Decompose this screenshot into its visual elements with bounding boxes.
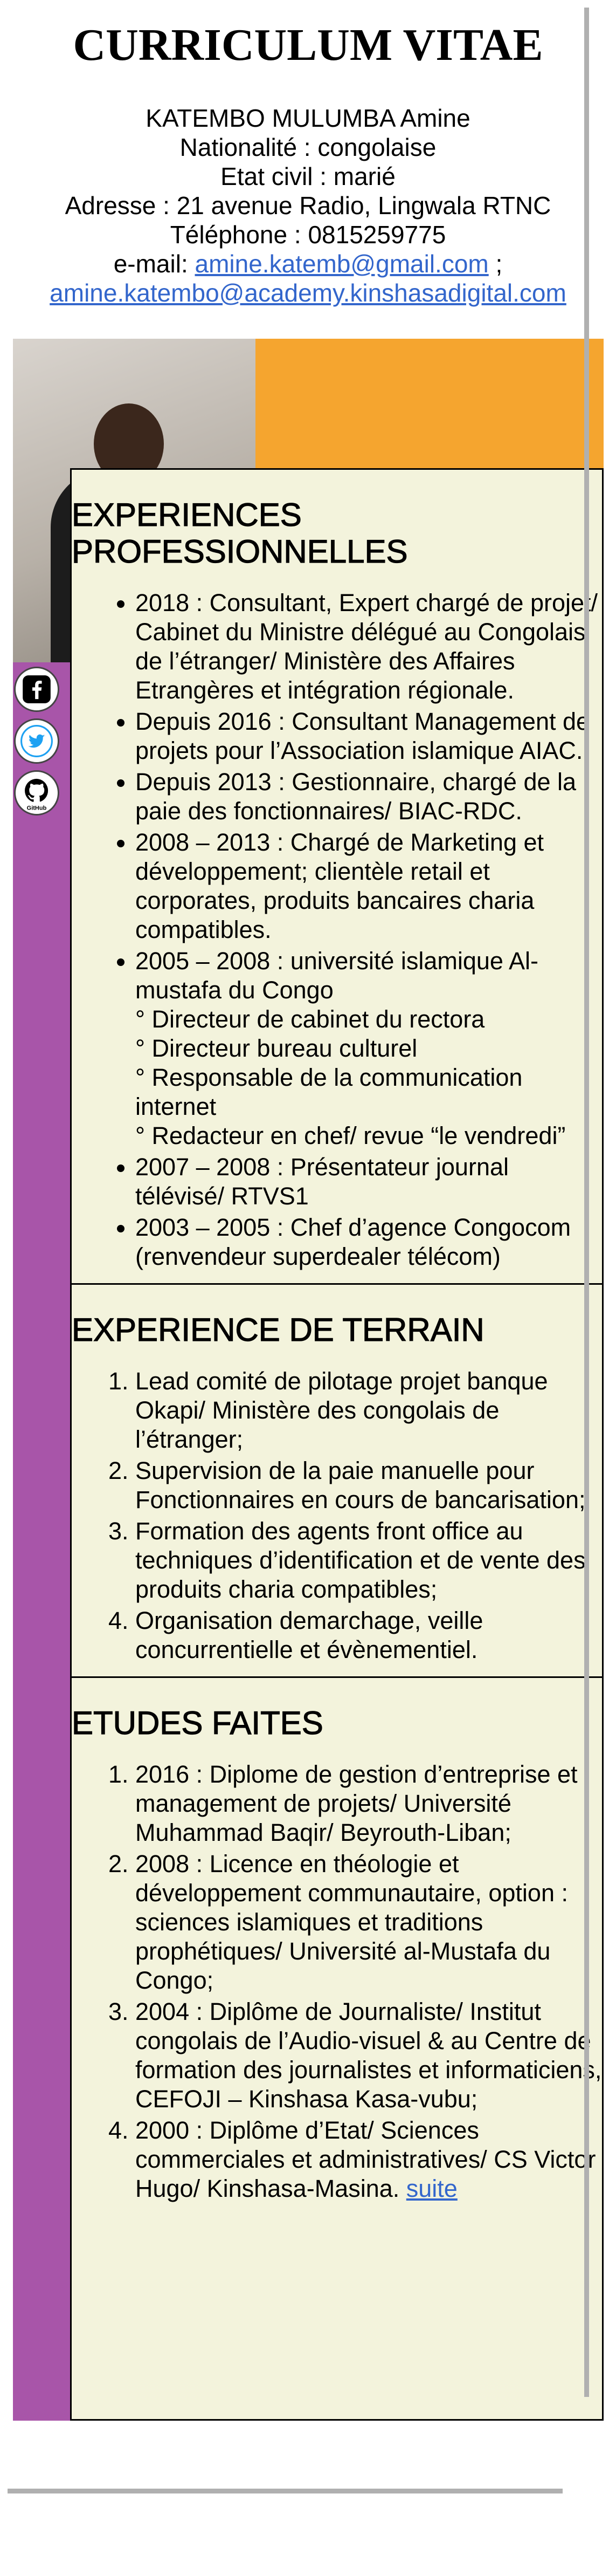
list-item: Depuis 2013 : Gestionnaire, chargé de la… bbox=[135, 768, 602, 826]
civil-status: Etat civil : marié bbox=[220, 162, 396, 190]
section-heading-etudes: ETUDES FAITES bbox=[72, 1704, 323, 1741]
sub-item: ° Directeur de cabinet du rectora bbox=[135, 1005, 485, 1033]
section-heading-terrain: EXPERIENCE DE TERRAIN bbox=[72, 1311, 485, 1348]
svg-text:GitHub: GitHub bbox=[27, 805, 47, 811]
github-icon[interactable]: GitHub bbox=[14, 770, 59, 816]
list-item: Depuis 2016 : Consultant Management de p… bbox=[135, 707, 602, 765]
suite-link[interactable]: suite bbox=[406, 2175, 458, 2202]
section-terrain: EXPERIENCE DE TERRAIN Lead comité de pil… bbox=[72, 1285, 602, 1678]
list-item: 2018 : Consultant, Expert chargé de proj… bbox=[135, 588, 602, 705]
cv-content: EXPERIENCES PROFESSIONNELLES 2018 : Cons… bbox=[70, 468, 604, 2421]
sub-item: ° Responsable de la communication intern… bbox=[135, 1064, 523, 1120]
terrain-list: Lead comité de pilotage projet banque Ok… bbox=[72, 1367, 602, 1664]
page-title: CURRICULUM VITAE bbox=[73, 20, 543, 70]
list-item-text: 2005 – 2008 : université islamique Al-mu… bbox=[135, 947, 538, 1004]
list-item: 2008 – 2013 : Chargé de Marketing et dév… bbox=[135, 828, 602, 944]
facebook-icon[interactable] bbox=[14, 667, 59, 712]
full-name: KATEMBO MULUMBA Amine bbox=[146, 104, 470, 132]
list-item: 2000 : Diplôme d’Etat/ Sciences commerci… bbox=[135, 2116, 602, 2203]
list-item: 2016 : Diplome de gestion d’entreprise e… bbox=[135, 1760, 602, 1847]
list-item-text: 2000 : Diplôme d’Etat/ Sciences commerci… bbox=[135, 2116, 596, 2202]
email-line: e-mail: amine.katemb@gmail.com ; bbox=[0, 249, 616, 278]
twitter-icon[interactable] bbox=[14, 718, 59, 764]
list-item: Supervision de la paie manuelle pour Fon… bbox=[135, 1456, 602, 1515]
horizontal-scrollbar[interactable] bbox=[8, 2489, 563, 2493]
email-line-2: amine.katembo@academy.kinshasadigital.co… bbox=[0, 278, 616, 307]
section-etudes: ETUDES FAITES 2016 : Diplome de gestion … bbox=[72, 1678, 602, 2215]
list-item: 2003 – 2005 : Chef d’agence Congocom (re… bbox=[135, 1213, 602, 1271]
sub-item: ° Directeur bureau culturel bbox=[135, 1034, 418, 1062]
email-link-2[interactable]: amine.katembo@academy.kinshasadigital.co… bbox=[50, 279, 566, 307]
vertical-scrollbar[interactable] bbox=[584, 8, 589, 2397]
section-experiences: EXPERIENCES PROFESSIONNELLES 2018 : Cons… bbox=[72, 470, 602, 1285]
list-item: Formation des agents front office au tec… bbox=[135, 1517, 602, 1604]
list-item: Organisation demarchage, veille concurre… bbox=[135, 1606, 602, 1664]
list-item: 2005 – 2008 : université islamique Al-mu… bbox=[135, 947, 602, 1150]
experience-list: 2018 : Consultant, Expert chargé de proj… bbox=[72, 588, 602, 1271]
nationality: Nationalité : congolaise bbox=[179, 133, 437, 161]
section-heading-experiences: EXPERIENCES PROFESSIONNELLES bbox=[72, 496, 408, 570]
address: Adresse : 21 avenue Radio, Lingwala RTNC bbox=[65, 191, 551, 220]
list-item: 2007 – 2008 : Présentateur journal télév… bbox=[135, 1153, 602, 1211]
email-link-1[interactable]: amine.katemb@gmail.com bbox=[195, 250, 489, 278]
contact-info: KATEMBO MULUMBA Amine Nationalité : cong… bbox=[0, 104, 616, 307]
list-item: 2004 : Diplôme de Journaliste/ Institut … bbox=[135, 1997, 602, 2114]
list-item: 2008 : Licence en théologie et développe… bbox=[135, 1849, 602, 1995]
sub-item: ° Redacteur en chef/ revue “le vendredi” bbox=[135, 1122, 566, 1149]
email-label: e-mail: bbox=[113, 250, 195, 278]
etudes-list: 2016 : Diplome de gestion d’entreprise e… bbox=[72, 1760, 602, 2203]
email-separator: ; bbox=[488, 250, 503, 278]
phone: Téléphone : 0815259775 bbox=[170, 221, 446, 249]
list-item: Lead comité de pilotage projet banque Ok… bbox=[135, 1367, 602, 1454]
